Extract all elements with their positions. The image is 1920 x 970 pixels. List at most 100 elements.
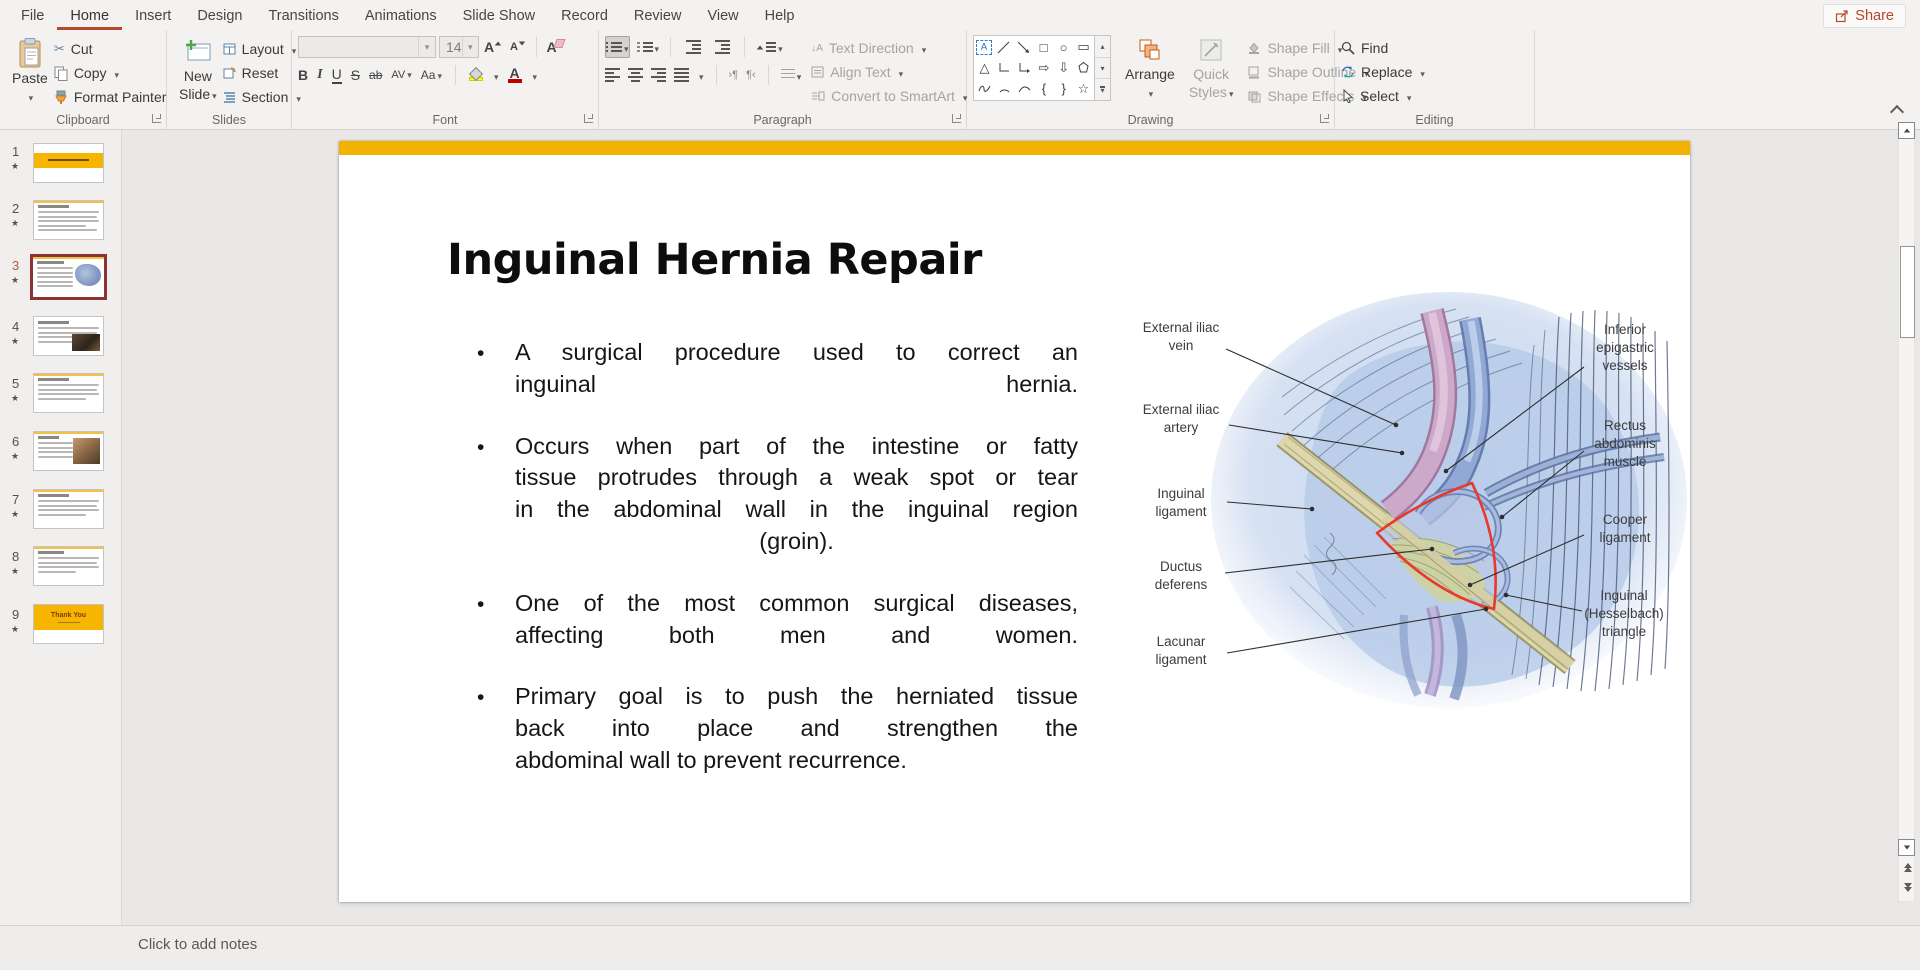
- shape-curve[interactable]: [1016, 80, 1033, 97]
- double-strikethrough-button[interactable]: ab: [369, 68, 382, 82]
- shape-rectangle[interactable]: □: [1035, 39, 1052, 56]
- arrange-button[interactable]: Arrange: [1119, 35, 1181, 105]
- find-button[interactable]: Find: [1341, 36, 1528, 60]
- drawing-dialog-launcher[interactable]: [1320, 114, 1329, 123]
- scroll-down-button[interactable]: [1898, 839, 1915, 856]
- increase-indent-button[interactable]: [711, 36, 733, 58]
- font-color-button[interactable]: A: [508, 67, 522, 83]
- tab-review[interactable]: Review: [621, 2, 695, 30]
- shape-right-brace[interactable]: }: [1055, 80, 1072, 97]
- shape-star[interactable]: ☆: [1075, 80, 1092, 97]
- format-painter-button[interactable]: Format Painter: [54, 85, 167, 109]
- columns-button[interactable]: [781, 67, 802, 84]
- convert-smartart-button[interactable]: Convert to SmartArt: [811, 84, 967, 108]
- shrink-font-button[interactable]: A: [507, 36, 529, 58]
- slide-thumbnail-9[interactable]: Thank You: [33, 604, 104, 644]
- cut-button[interactable]: ✂ Cut: [54, 37, 167, 61]
- tab-transitions[interactable]: Transitions: [255, 2, 351, 30]
- shape-scribble[interactable]: [976, 80, 993, 97]
- notes-placeholder[interactable]: Click to add notes: [138, 936, 257, 953]
- ltr-direction-button[interactable]: ›¶: [729, 69, 739, 81]
- slide-thumbnail-2[interactable]: [33, 200, 104, 240]
- copy-button[interactable]: Copy: [54, 61, 167, 85]
- shape-left-brace[interactable]: {: [1035, 80, 1052, 97]
- grow-font-button[interactable]: A: [482, 36, 504, 58]
- replace-button[interactable]: Replace: [1341, 60, 1528, 84]
- shape-elbow-connector[interactable]: [996, 59, 1013, 76]
- font-size-combo[interactable]: 14 ▾: [439, 36, 479, 58]
- slide-thumbnail-6[interactable]: [33, 431, 104, 471]
- bold-button[interactable]: B: [298, 67, 308, 83]
- slide-editing-surface[interactable]: Inguinal Hernia Repair • A surgical proc…: [339, 141, 1690, 902]
- shape-textbox[interactable]: A: [976, 40, 992, 55]
- new-slide-button[interactable]: New Slide: [173, 35, 223, 109]
- align-text-button[interactable]: Align Text: [811, 60, 967, 84]
- tab-record[interactable]: Record: [548, 2, 621, 30]
- shape-elbow-arrow-connector[interactable]: [1016, 59, 1033, 76]
- next-slide-button[interactable]: [1901, 883, 1914, 892]
- font-name-combo[interactable]: ▾: [298, 36, 436, 58]
- tab-slideshow[interactable]: Slide Show: [450, 2, 549, 30]
- shape-arrow[interactable]: [1015, 39, 1032, 56]
- shape-pentagon[interactable]: [1075, 59, 1092, 76]
- notes-pane[interactable]: Click to add notes: [0, 925, 1920, 970]
- italic-button[interactable]: I: [317, 67, 322, 83]
- scroll-up-button[interactable]: [1898, 122, 1915, 139]
- tab-file[interactable]: File: [8, 2, 57, 30]
- align-left-button[interactable]: [605, 66, 620, 84]
- paste-dropdown[interactable]: [27, 88, 34, 106]
- decrease-indent-button[interactable]: [682, 36, 704, 58]
- quick-styles-button[interactable]: Quick Styles: [1183, 35, 1240, 105]
- previous-slide-button[interactable]: [1901, 863, 1914, 872]
- align-center-button[interactable]: [628, 66, 643, 84]
- change-case-button[interactable]: Aa: [421, 68, 442, 82]
- shape-right-arrow[interactable]: ⇨: [1035, 59, 1052, 76]
- slide-title[interactable]: Inguinal Hernia Repair: [447, 235, 982, 285]
- slide-thumbnail-3-selected[interactable]: [30, 254, 107, 300]
- shape-rounded-rectangle[interactable]: ▭: [1075, 39, 1092, 56]
- clipboard-dialog-launcher[interactable]: [152, 114, 161, 123]
- shape-triangle[interactable]: △: [976, 59, 993, 76]
- justify-dropdown[interactable]: [697, 67, 704, 83]
- reset-button[interactable]: Reset: [223, 61, 301, 85]
- underline-button[interactable]: U: [332, 66, 342, 84]
- slide-thumbnail-1[interactable]: [33, 143, 104, 183]
- share-button[interactable]: Share: [1823, 4, 1906, 28]
- align-right-button[interactable]: [651, 66, 666, 84]
- layout-button[interactable]: Layout: [223, 37, 301, 61]
- strikethrough-button[interactable]: S: [351, 67, 360, 83]
- text-direction-button[interactable]: ↓A Text Direction: [811, 36, 967, 60]
- paragraph-dialog-launcher[interactable]: [952, 114, 961, 123]
- collapse-ribbon-icon[interactable]: [1890, 105, 1904, 119]
- gallery-more-button[interactable]: ▾: [1095, 79, 1110, 100]
- shape-line[interactable]: [995, 39, 1012, 56]
- rtl-direction-button[interactable]: ¶‹: [746, 69, 756, 81]
- scrollbar-thumb[interactable]: [1900, 246, 1915, 338]
- slide-thumbnail-7[interactable]: [33, 489, 104, 529]
- slide-thumbnail-5[interactable]: [33, 373, 104, 413]
- tab-help[interactable]: Help: [752, 2, 808, 30]
- bullets-button[interactable]: [605, 36, 630, 58]
- shape-oval[interactable]: ○: [1055, 39, 1072, 56]
- tab-view[interactable]: View: [694, 2, 751, 30]
- numbering-button[interactable]: [637, 36, 660, 58]
- anatomy-diagram-image[interactable]: External iliac vein External iliac arter…: [1134, 255, 1694, 715]
- font-dialog-launcher[interactable]: [584, 114, 593, 123]
- slide-body-text[interactable]: • A surgical procedure used to correct a…: [471, 337, 1078, 807]
- copy-dropdown[interactable]: [113, 65, 120, 81]
- highlight-button[interactable]: [469, 69, 483, 81]
- slide-thumbnail-8[interactable]: [33, 546, 104, 586]
- gallery-down-button[interactable]: ▾: [1095, 58, 1110, 80]
- font-color-dropdown[interactable]: [531, 67, 538, 83]
- section-button[interactable]: Section: [223, 85, 301, 109]
- tab-insert[interactable]: Insert: [122, 2, 184, 30]
- slide-thumbnail-4[interactable]: [33, 316, 104, 356]
- tab-design[interactable]: Design: [184, 2, 255, 30]
- character-spacing-button[interactable]: AV: [391, 69, 411, 81]
- tab-home[interactable]: Home: [57, 2, 122, 30]
- shape-arc[interactable]: [996, 80, 1013, 97]
- clear-formatting-button[interactable]: A: [544, 36, 566, 58]
- justify-button[interactable]: [674, 66, 689, 84]
- paste-button[interactable]: Paste: [6, 35, 54, 109]
- line-spacing-button[interactable]: [756, 36, 783, 58]
